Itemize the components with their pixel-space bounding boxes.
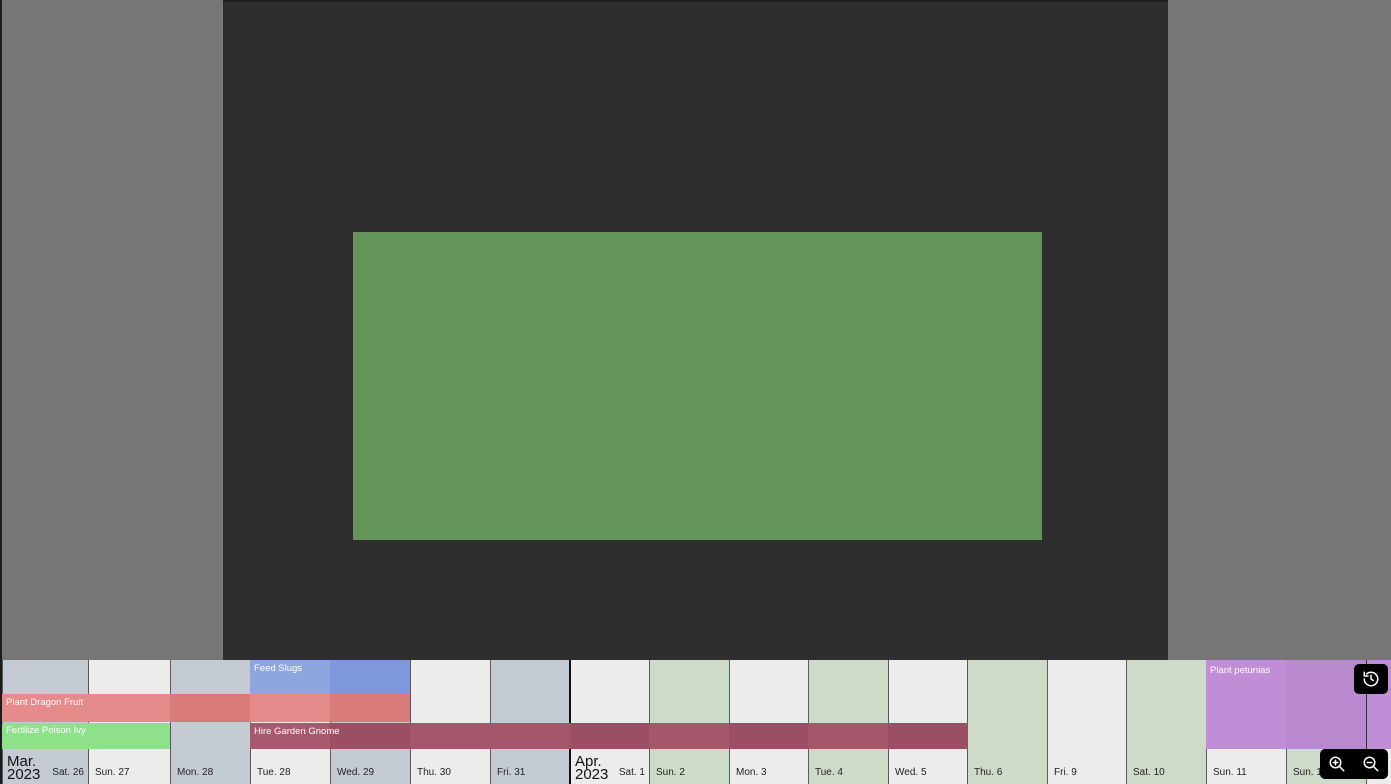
event-plant-dragon-fruit[interactable]: Plant Dragon Fruit — [2, 694, 410, 722]
day-column[interactable]: Mon. 28 — [170, 660, 250, 784]
history-icon — [1362, 670, 1380, 688]
day-column[interactable]: Mon. 3 — [729, 660, 809, 784]
day-label: Sat. 10 — [1133, 767, 1165, 778]
day-label: Sat. 26 — [52, 767, 84, 778]
right-side-panel — [1168, 0, 1391, 660]
media-preview[interactable] — [353, 232, 1042, 540]
day-label: Tue. 28 — [257, 767, 291, 778]
day-column[interactable]: Fri. 9 — [1047, 660, 1127, 784]
zoom-in-icon[interactable] — [1328, 755, 1346, 773]
event-title: Plant Dragon Fruit — [6, 697, 84, 708]
day-label: Fri. 31 — [497, 767, 526, 778]
event-title: Hire Garden Gnome — [254, 726, 340, 737]
day-column[interactable]: Apr. 2023 Sat. 1 — [569, 660, 649, 784]
event-fertilize-poison-ivy[interactable]: Fertilize Poison Ivy — [2, 723, 170, 749]
timeline[interactable]: Mar. 2023 Sat. 26 Sun. 27 Mon. 28 Tue. 2… — [0, 660, 1391, 784]
event-feed-slugs[interactable]: Feed Slugs — [250, 660, 410, 694]
month-label: Mar. 2023 — [7, 753, 41, 783]
event-title: Fertilize Poison Ivy — [6, 725, 86, 736]
day-column[interactable]: Thu. 6 — [967, 660, 1047, 784]
day-label: Sat. 1 — [618, 767, 645, 778]
day-label: Sun. 11 — [1213, 767, 1247, 778]
day-label: Mon. 28 — [177, 767, 214, 778]
day-label: Sun. 27 — [95, 767, 130, 778]
event-title: Plant petunias — [1210, 665, 1271, 676]
event-title: Feed Slugs — [254, 663, 303, 674]
day-column[interactable]: Mar. 2023 Sat. 26 — [2, 660, 88, 784]
day-label: Tue. 4 — [815, 767, 843, 778]
day-label: Wed. 29 — [337, 767, 375, 778]
day-column[interactable]: Fri. 31 — [490, 660, 570, 784]
day-label: Thu. 6 — [974, 767, 1003, 778]
day-column[interactable]: Tue. 4 — [808, 660, 888, 784]
event-hire-garden-gnome[interactable]: Hire Garden Gnome — [250, 723, 968, 749]
day-label: Thu. 30 — [417, 767, 451, 778]
history-button[interactable] — [1354, 664, 1388, 694]
day-column[interactable]: Wed. 5 — [888, 660, 968, 784]
zoom-controls — [1320, 749, 1388, 779]
day-label: Sun. 2 — [656, 767, 685, 778]
day-column[interactable]: Sun. 2 — [649, 660, 729, 784]
left-side-panel — [0, 0, 223, 660]
day-column[interactable]: Sat. 10 — [1126, 660, 1206, 784]
day-label: Fri. 9 — [1054, 767, 1077, 778]
zoom-out-icon[interactable] — [1362, 755, 1380, 773]
day-column[interactable]: Sun. 27 — [88, 660, 170, 784]
month-label: Apr. 2023 — [575, 753, 609, 783]
day-label: Mon. 3 — [736, 767, 767, 778]
day-label: Wed. 5 — [895, 767, 927, 778]
day-column[interactable]: Thu. 30 — [410, 660, 490, 784]
